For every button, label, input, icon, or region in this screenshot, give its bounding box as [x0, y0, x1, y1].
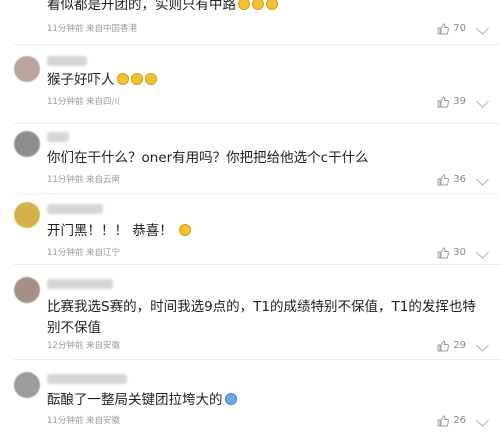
comment-location: 来自四川	[86, 97, 121, 107]
mixed-emoji-icon	[224, 393, 237, 405]
comment-item: 酝酿了一整局关键团拉垮大的 11分钟前 来自安徽 26	[0, 360, 500, 440]
username[interactable]	[47, 374, 127, 384]
divider	[14, 44, 500, 45]
avatar[interactable]	[14, 202, 40, 228]
comment-time: 11分钟前	[47, 416, 84, 426]
scared-emoji-icon	[130, 73, 143, 85]
laugh-emoji-icon	[266, 0, 278, 10]
comment-meta: 11分钟前 来自中国香港	[47, 23, 137, 35]
comment-time: 11分钟前	[47, 97, 84, 107]
thumbs-up-icon	[437, 96, 450, 108]
username[interactable]	[47, 279, 113, 289]
comment-item: 看似都是开团的，实则只有中路 11分钟前 来自中国香港 70	[0, 0, 500, 46]
comment-location: 来自中国香港	[86, 24, 138, 34]
like-button[interactable]: 39	[437, 96, 466, 108]
chevron-down-icon[interactable]	[476, 246, 489, 259]
comment-time: 11分钟前	[47, 24, 84, 34]
comment-meta: 11分钟前 来自云南	[47, 174, 120, 186]
like-button[interactable]: 36	[437, 174, 466, 186]
comment-location: 来自云南	[86, 175, 121, 185]
chevron-down-icon[interactable]	[476, 95, 489, 108]
laugh-emoji-icon	[238, 0, 250, 10]
comment-text: 看似都是开团的，实则只有中路	[47, 0, 478, 16]
comment-location: 来自辽宁	[86, 248, 121, 258]
comment-text: 开门黑！！！ 恭喜！	[47, 221, 478, 242]
like-count: 39	[453, 96, 466, 107]
scared-emoji-icon	[144, 73, 157, 85]
like-count: 29	[453, 340, 466, 351]
chevron-down-icon[interactable]	[476, 339, 489, 352]
comment-location: 来自安徽	[86, 341, 121, 351]
like-button[interactable]: 26	[437, 415, 466, 427]
chevron-down-icon[interactable]	[476, 173, 489, 186]
comment-text: 酝酿了一整局关键团拉垮大的	[47, 390, 478, 411]
comment-meta: 11分钟前 来自四川	[47, 96, 120, 108]
avatar[interactable]	[14, 56, 40, 82]
like-count: 36	[453, 174, 466, 185]
like-count: 70	[453, 23, 466, 34]
avatar[interactable]	[14, 131, 40, 157]
comment-text: 猴子好吓人	[47, 70, 478, 91]
comment-text: 你们在干什么？oner有用吗？你把把给他选个c干什么	[47, 150, 369, 166]
like-count: 30	[453, 247, 466, 258]
comment-text: 比赛我选S赛的，时间我选9点的，T1的成绩特别不保值，T1的发挥也特别不保值	[47, 299, 476, 336]
chevron-down-icon[interactable]	[476, 414, 489, 427]
username[interactable]	[47, 56, 87, 66]
comment-location: 来自安徽	[86, 416, 121, 426]
smile-emoji-icon	[178, 224, 191, 236]
comment-item: 开门黑！！！ 恭喜！ 11分钟前 来自辽宁 30	[0, 194, 500, 265]
thumbs-up-icon	[437, 174, 450, 186]
thumbs-up-icon	[437, 247, 450, 259]
thumbs-up-icon	[437, 415, 450, 427]
comment-meta: 11分钟前 来自辽宁	[47, 247, 120, 259]
comment-meta: 12分钟前 来自安徽	[47, 340, 120, 352]
like-button[interactable]: 29	[437, 340, 466, 352]
username[interactable]	[47, 204, 103, 214]
comment-item: 比赛我选S赛的，时间我选9点的，T1的成绩特别不保值，T1的发挥也特别不保值 1…	[0, 265, 500, 360]
like-button[interactable]: 70	[437, 23, 466, 35]
avatar[interactable]	[14, 277, 40, 303]
scared-emoji-icon	[116, 73, 129, 85]
thumbs-up-icon	[437, 340, 450, 352]
like-count: 26	[453, 415, 466, 426]
like-button[interactable]: 30	[437, 247, 466, 259]
thumbs-up-icon	[437, 23, 450, 35]
comment-time: 12分钟前	[47, 341, 84, 351]
laugh-emoji-icon	[252, 0, 264, 10]
comment-time: 11分钟前	[47, 175, 84, 185]
comment-time: 11分钟前	[47, 248, 84, 258]
comment-item: 猴子好吓人 11分钟前 来自四川 39	[0, 46, 500, 124]
comment-list: 看似都是开团的，实则只有中路 11分钟前 来自中国香港 70 猴子好吓人 11分…	[0, 0, 500, 440]
chevron-down-icon[interactable]	[476, 22, 489, 35]
username[interactable]	[47, 132, 69, 142]
comment-meta: 11分钟前 来自安徽	[47, 415, 120, 427]
avatar[interactable]	[14, 372, 40, 398]
comment-item: 你们在干什么？oner有用吗？你把把给他选个c干什么 11分钟前 来自云南 36	[0, 124, 500, 194]
